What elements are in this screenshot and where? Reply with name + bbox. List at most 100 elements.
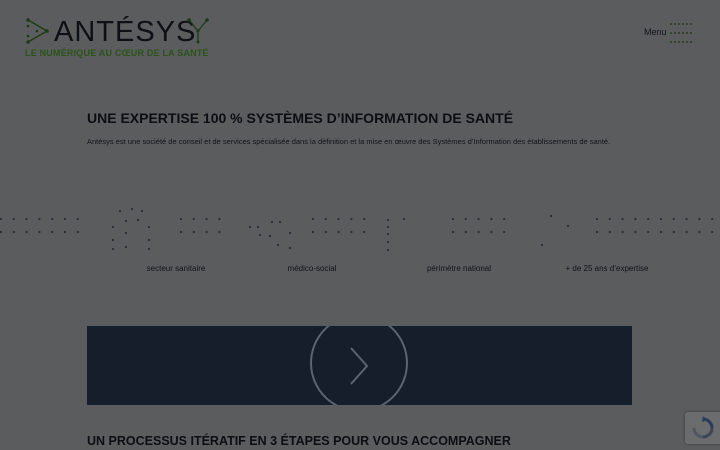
- band-dot: [25, 230, 28, 234]
- video-player[interactable]: [87, 326, 632, 405]
- recaptcha-badge[interactable]: [685, 412, 720, 444]
- glyph-dot: [386, 248, 390, 252]
- glyph-dot: [276, 243, 280, 247]
- glyph-dot: [540, 243, 544, 247]
- band-dot: [490, 217, 493, 221]
- menu-label[interactable]: Menu: [644, 27, 667, 37]
- band-dot: [51, 230, 54, 234]
- band-dot: [503, 217, 506, 221]
- glyph-dot: [147, 247, 151, 251]
- band-dot: [711, 217, 714, 221]
- band-dot: [63, 230, 67, 234]
- band-dot: [192, 217, 195, 221]
- band-dot: [324, 217, 327, 221]
- band-dot: [672, 217, 675, 221]
- band-dot: [76, 230, 79, 234]
- glyph-dot: [268, 234, 272, 238]
- band-dot: [647, 217, 650, 221]
- band-dot: [490, 230, 493, 234]
- band-dot: [634, 217, 637, 221]
- band-dot: [659, 230, 663, 234]
- glyph-dot: [288, 246, 292, 250]
- glyph-dot: [248, 225, 252, 229]
- band-dot: [464, 230, 467, 234]
- band-dot: [38, 217, 41, 221]
- band-dot: [76, 217, 79, 221]
- band-dot: [337, 230, 340, 234]
- band-dot: [337, 217, 340, 221]
- band-dot: [608, 217, 611, 221]
- band-dot: [685, 230, 688, 234]
- glyph-dot: [111, 238, 115, 242]
- glyph-dot: [549, 214, 553, 218]
- glyph-dot: [124, 245, 128, 249]
- band-dot: [685, 217, 688, 221]
- band-dot: [350, 217, 353, 221]
- band-dot: [647, 230, 650, 234]
- site-logo[interactable]: ANTÉSYS LE NUMÉRIQUE AU CŒUR DE LA SANTÉ: [25, 17, 215, 61]
- glyph-dot: [270, 220, 274, 224]
- glyph-dot: [278, 220, 282, 224]
- band-dot: [51, 217, 54, 221]
- band-dot: [179, 217, 183, 221]
- stat-label-medico-social: médico-social: [287, 264, 337, 273]
- glyph-dot: [111, 225, 115, 229]
- glyph-dot: [130, 207, 134, 211]
- glyph-dot: [402, 217, 406, 221]
- band-dot: [350, 230, 353, 234]
- glyph-dot: [136, 218, 140, 222]
- band-dot: [595, 217, 599, 221]
- band-dot: [363, 217, 366, 221]
- stat-label-expertise: + de 25 ans d’expertise: [565, 264, 649, 273]
- band-dot: [451, 217, 455, 221]
- band-dot: [659, 217, 663, 221]
- dots-network-icon: [26, 18, 49, 44]
- band-dot: [477, 217, 480, 221]
- expertise-intro: Antésys est une société de conseil et de…: [87, 137, 611, 146]
- band-dot: [0, 217, 3, 221]
- band-dot: [218, 217, 221, 221]
- glyph-dot: [386, 218, 390, 222]
- band-dot: [25, 217, 28, 221]
- dotted-hamburger-icon[interactable]: [669, 21, 693, 45]
- glyph-dot: [147, 238, 151, 242]
- band-dot: [324, 230, 327, 234]
- band-dot: [595, 230, 599, 234]
- band-dot: [672, 230, 675, 234]
- band-dot: [608, 230, 611, 234]
- band-dot: [205, 230, 208, 234]
- glyph-dot: [111, 247, 115, 251]
- chevron-right-icon[interactable]: [348, 346, 370, 386]
- page: ANTÉSYS LE NUMÉRIQUE AU CŒUR DE LA SANTÉ…: [0, 0, 720, 450]
- glyph-dot: [118, 209, 122, 213]
- glyph-dot: [258, 233, 262, 237]
- glyph-dot: [124, 219, 128, 223]
- band-dot: [621, 217, 624, 221]
- stat-label-sanitaire: secteur sanitaire: [146, 264, 206, 273]
- expertise-title: UNE EXPERTISE 100 % SYSTÈMES D’INFORMATI…: [87, 110, 514, 126]
- band-dot: [205, 217, 208, 221]
- band-dot: [711, 230, 714, 234]
- dots-network-icon-right: [187, 18, 209, 44]
- band-dot: [634, 230, 637, 234]
- glyph-dot: [386, 232, 390, 236]
- band-dot: [63, 217, 67, 221]
- band-dot: [698, 230, 701, 234]
- glyph-dot: [386, 240, 390, 244]
- band-dot: [179, 230, 183, 234]
- stat-label-perimetre: périmètre national: [426, 264, 492, 273]
- band-dot: [503, 230, 506, 234]
- band-dot: [464, 217, 467, 221]
- band-dot: [311, 230, 315, 234]
- band-dot: [192, 230, 195, 234]
- brand-name: ANTÉSYS: [54, 16, 197, 48]
- process-title: UN PROCESSUS ITÉRATIF EN 3 ÉTAPES POUR V…: [87, 434, 511, 448]
- glyph-dot: [256, 225, 260, 229]
- band-dot: [698, 217, 701, 221]
- band-dot: [38, 230, 41, 234]
- glyph-dot: [147, 225, 151, 229]
- glyph-dot: [386, 225, 390, 229]
- band-dot: [451, 230, 455, 234]
- band-dot: [311, 217, 315, 221]
- glyph-dot: [288, 231, 292, 235]
